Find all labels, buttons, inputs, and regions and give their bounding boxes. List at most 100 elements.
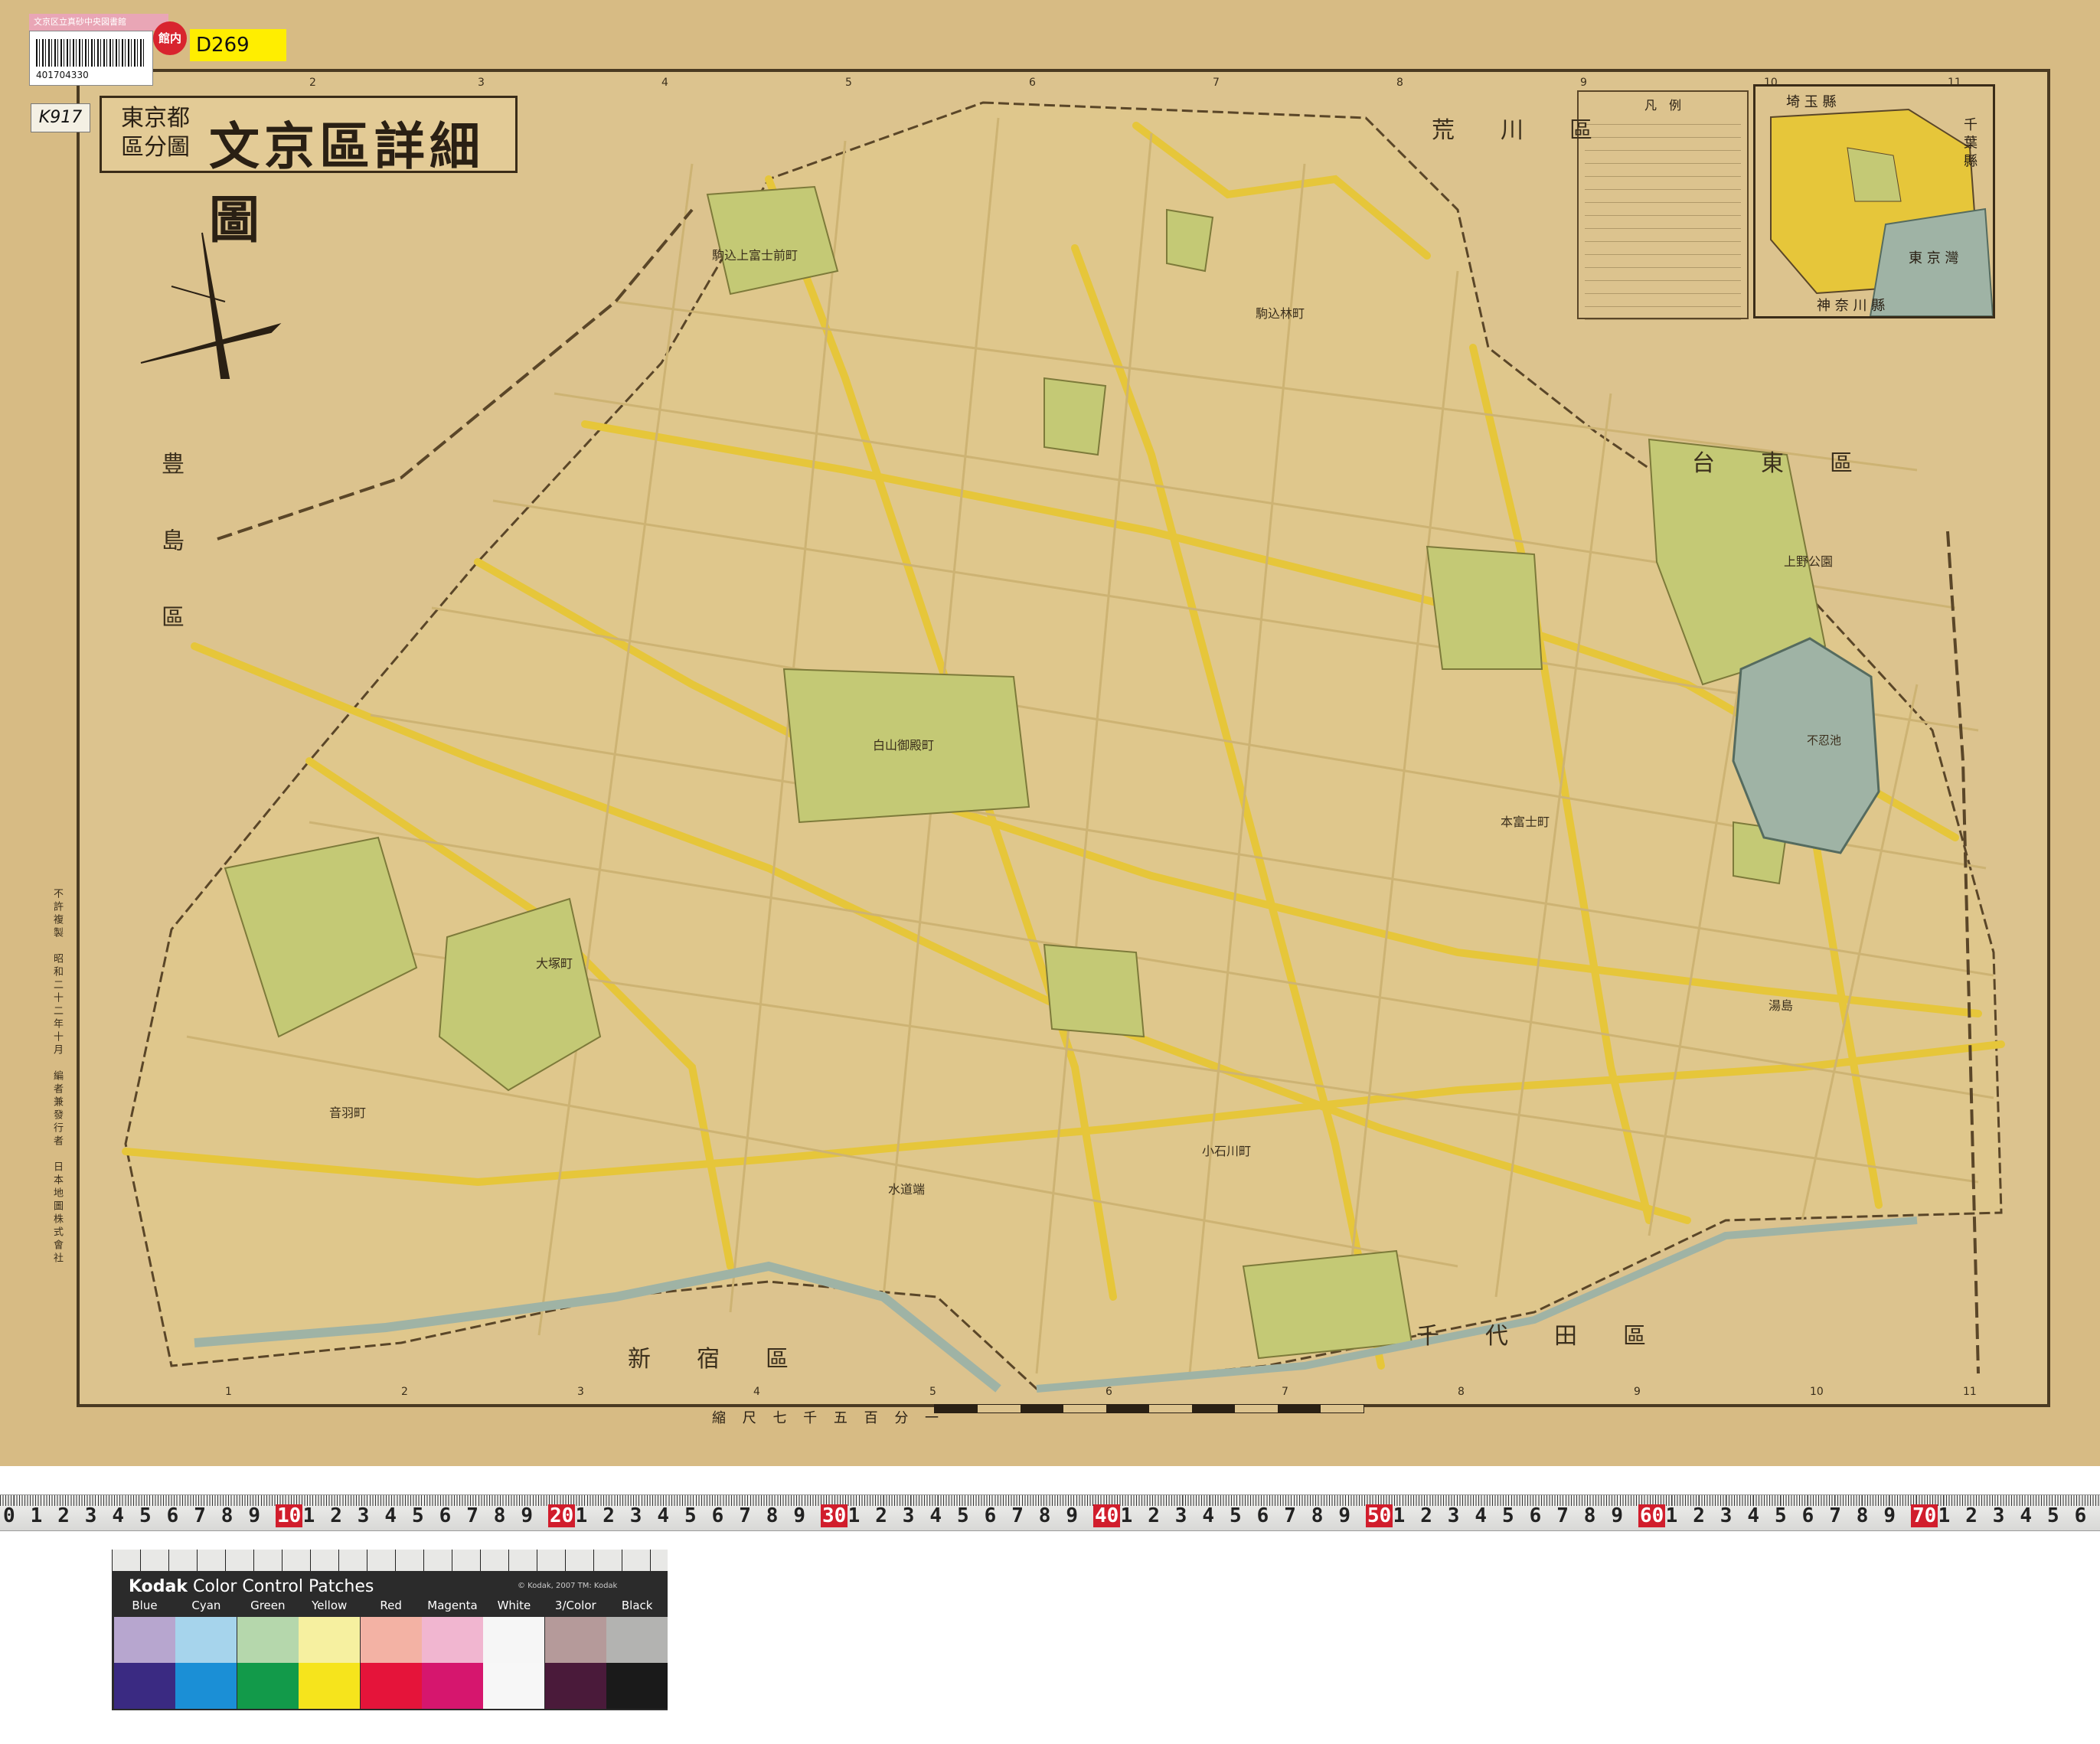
ruler-digit: 20 [548, 1504, 576, 1527]
ruler-digit: 10 [276, 1504, 303, 1527]
ruler-digit: 7 [466, 1504, 478, 1527]
ruler-digit: 7 [1284, 1504, 1296, 1527]
ruler-digit: 2 [1965, 1504, 1978, 1527]
ruler-digit: 6 [711, 1504, 724, 1527]
ruler-digit: 3 [84, 1504, 97, 1527]
grid-number-bottom: 8 [1458, 1386, 1465, 1398]
patch-label: Cyan [191, 1599, 221, 1612]
grid-number-bottom: 5 [929, 1386, 936, 1398]
ruler-digit: 3 [902, 1504, 915, 1527]
ward-label-arakawa: 荒川區 [1432, 117, 1638, 144]
ruler-digit: 7 [1011, 1504, 1024, 1527]
legend-row [1585, 193, 1741, 203]
ruler-digit: 4 [657, 1504, 670, 1527]
ruler-digit: 5 [957, 1504, 969, 1527]
legend-row [1585, 271, 1741, 281]
grid-number-bottom: 2 [401, 1386, 408, 1398]
color-patch-dark [360, 1663, 422, 1709]
ruler-digit: 9 [1611, 1504, 1624, 1527]
ruler-digit: 4 [929, 1504, 942, 1527]
ruler-digit: 3 [1447, 1504, 1460, 1527]
ruler-digit: 8 [1856, 1504, 1869, 1527]
ruler-digit: 5 [1230, 1504, 1242, 1527]
grid-number-top: 9 [1580, 77, 1587, 89]
ruler-digit: 70 [1911, 1504, 1938, 1527]
color-patch-light [422, 1617, 483, 1663]
call-number-tag: D269 [190, 29, 286, 61]
place-label-otowa: 音羽町 [329, 1106, 367, 1120]
ruler-digit: 8 [1038, 1504, 1051, 1527]
ruler-digit: 3 [1174, 1504, 1187, 1527]
ruler-digit: 60 [1638, 1504, 1666, 1527]
place-label-otsuka: 大塚町 [536, 956, 573, 971]
color-patch-light [114, 1617, 175, 1663]
patch-label: Red [380, 1599, 402, 1612]
ruler-digit: 4 [1747, 1504, 1760, 1527]
ruler-digit: 6 [1256, 1504, 1269, 1527]
kodak-color-control-patches: Kodak Color Control Patches © Kodak, 200… [112, 1550, 668, 1710]
compass-rose-icon [140, 232, 282, 379]
library-tag: 文京区立真砂中央図書館 [29, 14, 168, 31]
grid-number-bottom: 7 [1282, 1386, 1288, 1398]
ruler-digit: 7 [739, 1504, 751, 1527]
ruler-digit: 3 [629, 1504, 642, 1527]
patch-label: Yellow [312, 1599, 348, 1612]
ruler-digit: 4 [1475, 1504, 1488, 1527]
grid-number-bottom: 6 [1106, 1386, 1112, 1398]
legend-row [1585, 219, 1741, 229]
color-patch-light [175, 1617, 237, 1663]
patch-label: Blue [132, 1599, 158, 1612]
ruler-digit: 6 [2074, 1504, 2087, 1527]
ward-label-shinjuku: 新宿區 [628, 1346, 834, 1373]
legend-row [1585, 297, 1741, 307]
patch-label: Magenta [427, 1599, 478, 1612]
ruler-digit: 4 [112, 1504, 125, 1527]
legend-row [1585, 180, 1741, 190]
legend-rows [1585, 115, 1741, 323]
color-patch-light [606, 1617, 668, 1663]
legend-row [1585, 232, 1741, 242]
ruler-digit: 5 [1502, 1504, 1514, 1527]
ruler-digit: 9 [793, 1504, 806, 1527]
legend-row [1585, 245, 1741, 255]
title-sub-line2: 區分圖 [121, 134, 190, 161]
ruler-digit: 1 [302, 1504, 315, 1527]
ruler-digit: 9 [521, 1504, 534, 1527]
ruler-digit: 9 [1338, 1504, 1351, 1527]
ruler-digit: 1 [848, 1504, 861, 1527]
color-patch-dark [422, 1663, 483, 1709]
legend-row [1585, 167, 1741, 177]
color-patch-dark [483, 1663, 545, 1709]
grid-number-bottom: 3 [577, 1386, 584, 1398]
title-subtitle: 東京都 區分圖 [109, 104, 201, 162]
grid-number-top: 4 [661, 77, 668, 89]
ruler-digit: 8 [766, 1504, 779, 1527]
ruler-digit: 2 [875, 1504, 887, 1527]
grid-number-top: 5 [845, 77, 852, 89]
ruler-digit: 2 [1693, 1504, 1705, 1527]
barcode-icon [36, 39, 146, 67]
ruler-digit: 6 [984, 1504, 997, 1527]
ruler-digit: 1 [1938, 1504, 1951, 1527]
title-sub-line1: 東京都 [121, 105, 190, 132]
grid-number-top: 7 [1213, 77, 1220, 89]
ruler-digit: 1 [1120, 1504, 1133, 1527]
ruler-digit: 3 [1720, 1504, 1733, 1527]
color-patch-light [237, 1617, 299, 1663]
color-patch-dark [237, 1663, 299, 1709]
grid-number-bottom: 4 [753, 1386, 760, 1398]
scale-bar [934, 1404, 1364, 1413]
ruler-digit: 7 [1556, 1504, 1569, 1527]
color-patch-dark [544, 1663, 606, 1709]
ruler-digit: 8 [1583, 1504, 1596, 1527]
ruler-digit: 8 [1311, 1504, 1324, 1527]
color-patch-light [483, 1617, 545, 1663]
kodak-copyright: © Kodak, 2007 TM: Kodak [518, 1582, 618, 1590]
legend-row [1585, 284, 1741, 294]
patch-label: White [497, 1599, 531, 1612]
ruler-digit: 40 [1093, 1504, 1121, 1527]
inset-label-tokyo-bay: 東 京 灣 [1909, 250, 1959, 266]
grid-number-top: 8 [1396, 77, 1403, 89]
ruler-digit: 1 [1393, 1504, 1406, 1527]
ruler-digit: 4 [384, 1504, 397, 1527]
